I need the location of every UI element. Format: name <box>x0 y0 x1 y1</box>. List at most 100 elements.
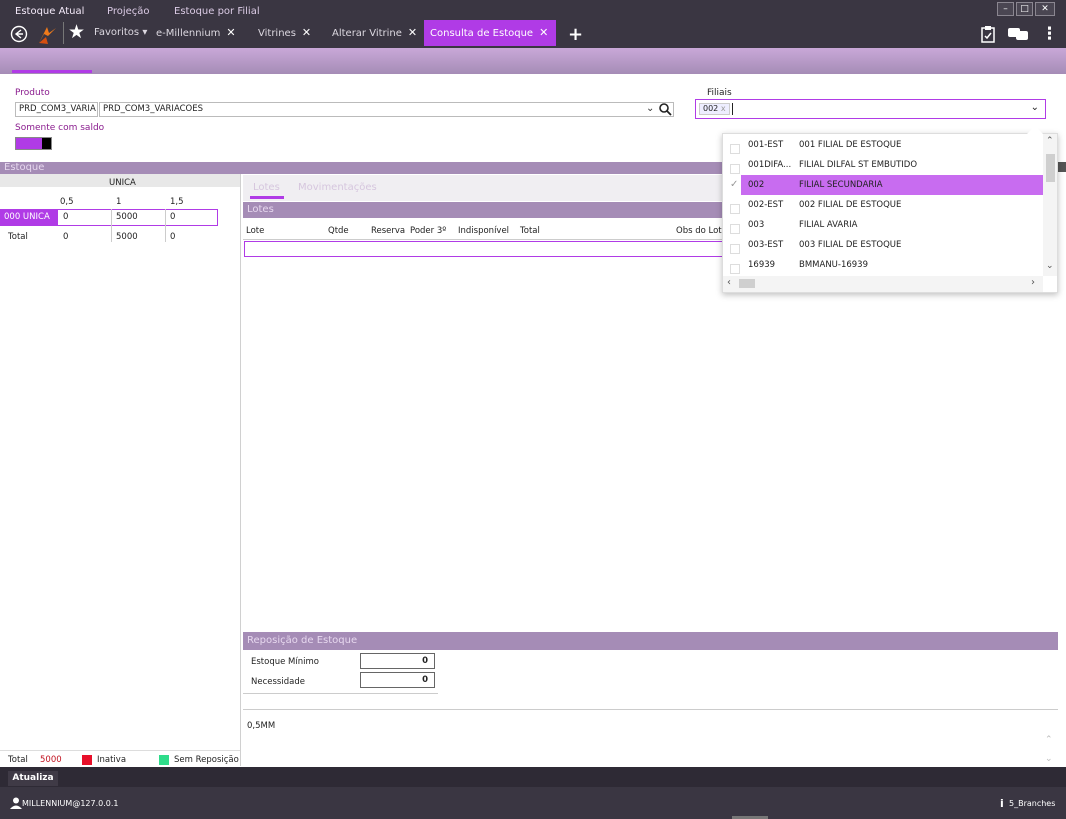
text-cursor <box>732 103 733 115</box>
estoque-minimo-input[interactable]: 0 <box>360 653 435 669</box>
scroll-right-icon[interactable]: › <box>1031 277 1035 288</box>
tab-alterar-vitrine[interactable]: Alterar Vitrine ✕ <box>326 20 423 46</box>
horizontal-scrollbar[interactable]: ‹ › <box>723 276 1043 292</box>
search-icon[interactable] <box>659 103 672 116</box>
tab-favoritos[interactable]: Favoritos ▾ <box>88 20 153 46</box>
size-header: 1,5 <box>170 197 184 207</box>
dropdown-list: 001-EST 001 FILIAL DE ESTOQUE 001DIFA...… <box>723 134 1043 274</box>
status-bar <box>0 787 1066 819</box>
back-icon[interactable] <box>10 25 28 43</box>
status-user: MILLENNIUM@127.0.0.1 <box>22 799 119 808</box>
estoque-minimo-label: Estoque Mínimo <box>251 657 319 667</box>
checkbox <box>730 259 740 274</box>
cell-value: 0 <box>63 212 69 222</box>
toggle-knob <box>42 138 51 149</box>
column-header: Lote <box>246 226 265 236</box>
tab-movimentacoes[interactable]: Movimentações <box>298 182 377 193</box>
list-item[interactable]: 16939 BMMANU-16939 <box>723 255 1043 274</box>
vertical-scrollbar[interactable]: ⌃ ⌄ <box>1043 134 1057 276</box>
chat-icon[interactable] <box>1007 26 1029 42</box>
list-item-selected[interactable]: ✓ 002 FILIAL SECUNDARIA <box>723 175 1043 195</box>
list-item[interactable]: 003 FILIAL AVARIA <box>723 215 1043 235</box>
list-item[interactable]: 003-EST 003 FILIAL DE ESTOQUE <box>723 235 1043 255</box>
column-header: Reserva <box>371 226 406 236</box>
add-tab-icon[interactable]: + <box>568 24 583 45</box>
selected-highlight <box>741 175 1043 195</box>
minimize-button[interactable]: – <box>997 2 1014 16</box>
row-label: 000 UNICA <box>0 210 58 225</box>
scroll-up-icon[interactable]: ⌃ <box>1046 136 1054 146</box>
filial-code: 003 <box>748 220 765 230</box>
grid-line <box>111 209 112 242</box>
list-item[interactable]: 001-EST 001 FILIAL DE ESTOQUE <box>723 135 1043 155</box>
somente-com-saldo-toggle[interactable] <box>15 137 52 150</box>
list-item[interactable]: 001DIFA... FILIAL DILFAL ST EMBUTIDO <box>723 155 1043 175</box>
millennium-logo-icon <box>39 27 56 44</box>
scroll-down-icon[interactable]: ⌄ <box>1045 754 1053 764</box>
star-icon[interactable]: ★ <box>68 21 85 43</box>
filial-name: 003 FILIAL DE ESTOQUE <box>799 240 902 250</box>
inativa-swatch <box>82 755 92 765</box>
filial-chip[interactable]: 002 x <box>699 103 730 115</box>
produto-name-input[interactable]: PRD_COM3_VARIACOES <box>99 102 674 117</box>
lotes-new-row[interactable] <box>244 241 723 257</box>
filial-name: BMMANU-16939 <box>799 260 869 270</box>
scroll-left-icon[interactable]: ‹ <box>727 277 731 288</box>
cell-value: 5000 <box>116 212 138 222</box>
reposicao-section-bar: Reposição de Estoque <box>243 632 1058 650</box>
list-item[interactable]: 002-EST 002 FILIAL DE ESTOQUE <box>723 195 1043 215</box>
clipboard-icon[interactable] <box>979 25 997 43</box>
produto-label: Produto <box>15 88 50 98</box>
active-subtab-indicator <box>12 70 92 73</box>
sem-reposicao-swatch <box>159 755 169 765</box>
grid-line <box>243 239 723 240</box>
filiais-dropdown[interactable]: 001-EST 001 FILIAL DE ESTOQUE 001DIFA...… <box>722 126 1058 293</box>
scroll-thumb[interactable] <box>1046 154 1055 182</box>
more-options-icon[interactable]: ⋮ <box>1041 24 1058 44</box>
tab-lotes[interactable]: Lotes <box>253 182 280 193</box>
dropdown-caret <box>1027 126 1043 134</box>
notes-text: 0,5MM <box>247 721 276 731</box>
maximize-button[interactable]: □ <box>1016 2 1033 16</box>
filiais-input[interactable]: 002 x ⌄ <box>695 99 1046 119</box>
active-tab-indicator <box>250 196 284 199</box>
column-header: Poder 3º <box>410 226 447 236</box>
somente-com-saldo-label: Somente com saldo <box>15 123 105 133</box>
action-bar <box>0 767 1066 787</box>
cell-value: 0 <box>63 232 69 242</box>
subtab-projecao[interactable]: Projeção <box>107 6 150 17</box>
close-window-button[interactable]: ✕ <box>1035 2 1055 16</box>
filiais-label: Filiais <box>707 88 732 98</box>
subtab-estoque-atual[interactable]: Estoque Atual <box>15 6 84 17</box>
filial-code: 002 <box>748 180 765 190</box>
necessidade-input[interactable]: 0 <box>360 672 435 688</box>
produto-code-input[interactable]: PRD_COM3_VARIA <box>15 102 98 117</box>
scroll-down-icon[interactable]: ⌄ <box>1046 261 1054 271</box>
divider <box>0 750 240 751</box>
grid-line <box>165 209 166 242</box>
chevron-down-icon[interactable]: ⌄ <box>646 103 654 114</box>
status-branches: 5_Branches <box>1009 799 1056 808</box>
filial-name: FILIAL AVARIA <box>799 220 858 230</box>
tab-consulta-de-estoque[interactable]: Consulta de Estoque ✕ <box>424 20 556 46</box>
tab-e-millennium[interactable]: e-Millennium ✕ <box>150 20 242 46</box>
filial-name: 002 FILIAL DE ESTOQUE <box>799 200 902 210</box>
subtab-estoque-por-filial[interactable]: Estoque por Filial <box>174 6 260 17</box>
filial-name: FILIAL SECUNDARIA <box>799 180 883 190</box>
column-header: Total <box>520 226 540 236</box>
chevron-down-icon[interactable]: ⌄ <box>1031 102 1039 113</box>
cell-value: 5000 <box>116 232 138 242</box>
column-header: Qtde <box>328 226 349 236</box>
divider <box>243 709 1058 710</box>
legend-sem-reposicao: Sem Reposição <box>174 755 239 765</box>
scroll-up-icon[interactable]: ⌃ <box>1045 735 1053 745</box>
scroll-thumb[interactable] <box>739 279 755 288</box>
close-tab-icon: ✕ <box>407 26 418 39</box>
necessidade-label: Necessidade <box>251 677 305 687</box>
legend-total-value: 5000 <box>40 755 62 765</box>
size-header: 1 <box>116 197 122 207</box>
atualiza-button[interactable]: Atualiza <box>8 771 58 786</box>
divider <box>243 693 438 694</box>
legend-inativa: Inativa <box>97 755 127 765</box>
tab-vitrines[interactable]: Vitrines ✕ <box>252 20 317 46</box>
